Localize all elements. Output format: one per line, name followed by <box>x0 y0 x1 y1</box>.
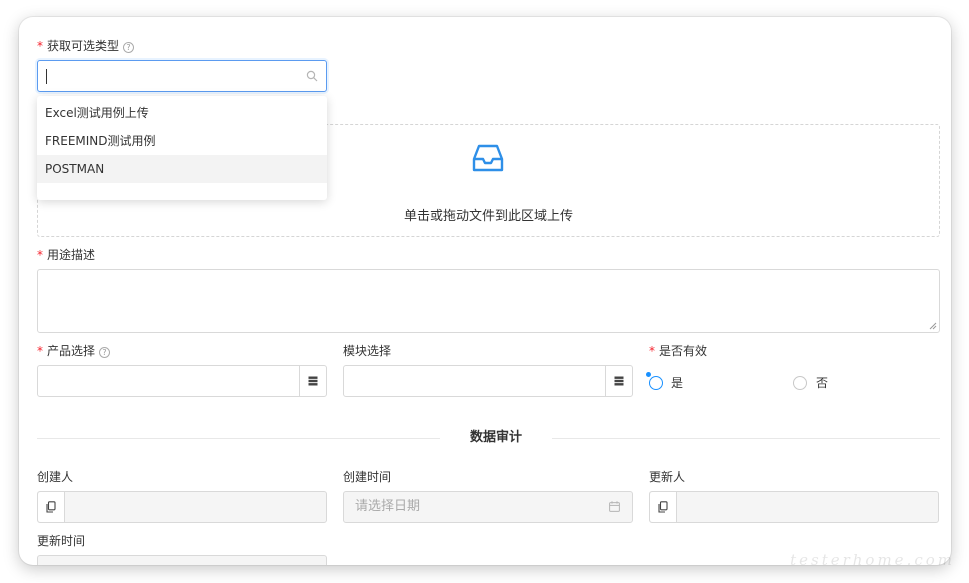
creator-label: 创建人 <box>37 470 74 484</box>
update-time-label: 更新时间 <box>37 534 86 548</box>
calendar-icon <box>609 501 620 512</box>
option-freemind[interactable]: FREEMIND测试用例 <box>37 127 327 155</box>
updater-copy-button[interactable] <box>650 492 677 522</box>
resize-handle-icon[interactable] <box>929 322 937 330</box>
module-select[interactable] <box>343 365 633 397</box>
audit-section-title: 数据审计 <box>469 430 522 445</box>
help-icon[interactable]: ? <box>123 42 135 53</box>
creator-field <box>37 491 327 523</box>
screen: * 获取可选类型? 单击或拖动文件到此区域上传 Excel测试用例上传 FREEM… <box>0 0 969 583</box>
updater-label: 更新人 <box>649 470 686 484</box>
module-picker-button[interactable] <box>605 366 632 396</box>
valid-yes-radio[interactable] <box>649 376 663 390</box>
import-modal: * 获取可选类型? 单击或拖动文件到此区域上传 Excel测试用例上传 FREEM… <box>19 17 951 565</box>
help-icon[interactable]: ? <box>99 347 111 358</box>
copy-icon <box>658 501 668 513</box>
valid-yes-label[interactable]: 是 <box>671 375 683 391</box>
product-select[interactable] <box>37 365 327 397</box>
module-label: 模块选择 <box>343 344 392 358</box>
creator-copy-button[interactable] <box>38 492 65 522</box>
product-picker-button[interactable] <box>299 366 326 396</box>
option-postman[interactable]: POSTMAN <box>37 155 327 183</box>
inbox-icon <box>472 144 504 172</box>
valid-no-label[interactable]: 否 <box>816 375 828 391</box>
create-time-picker: 请选择日期 <box>343 491 633 523</box>
purpose-label: * 用途描述 <box>37 248 96 262</box>
update-time-picker <box>37 555 327 565</box>
product-label: * 产品选择? <box>37 343 111 359</box>
focus-dot <box>646 372 651 377</box>
purpose-textarea[interactable] <box>37 269 940 333</box>
upload-hint: 单击或拖动文件到此区域上传 <box>403 209 573 224</box>
divider-line-right <box>552 438 940 439</box>
text-caret <box>46 69 47 84</box>
divider-line-left <box>37 438 440 439</box>
list-icon <box>614 376 624 386</box>
search-icon <box>306 70 318 82</box>
type-dropdown: Excel测试用例上传 FREEMIND测试用例 POSTMAN <box>37 96 327 200</box>
list-icon <box>308 376 318 386</box>
valid-no-radio[interactable] <box>793 376 807 390</box>
type-search-input[interactable] <box>37 60 327 92</box>
copy-icon <box>46 501 56 513</box>
watermark: testerhome.com <box>790 551 955 569</box>
type-label: * 获取可选类型? <box>37 38 135 54</box>
option-excel[interactable]: Excel测试用例上传 <box>37 99 327 127</box>
create-time-placeholder: 请选择日期 <box>355 499 421 514</box>
create-time-label: 创建时间 <box>343 470 392 484</box>
valid-label: * 是否有效 <box>649 344 708 358</box>
updater-field <box>649 491 939 523</box>
